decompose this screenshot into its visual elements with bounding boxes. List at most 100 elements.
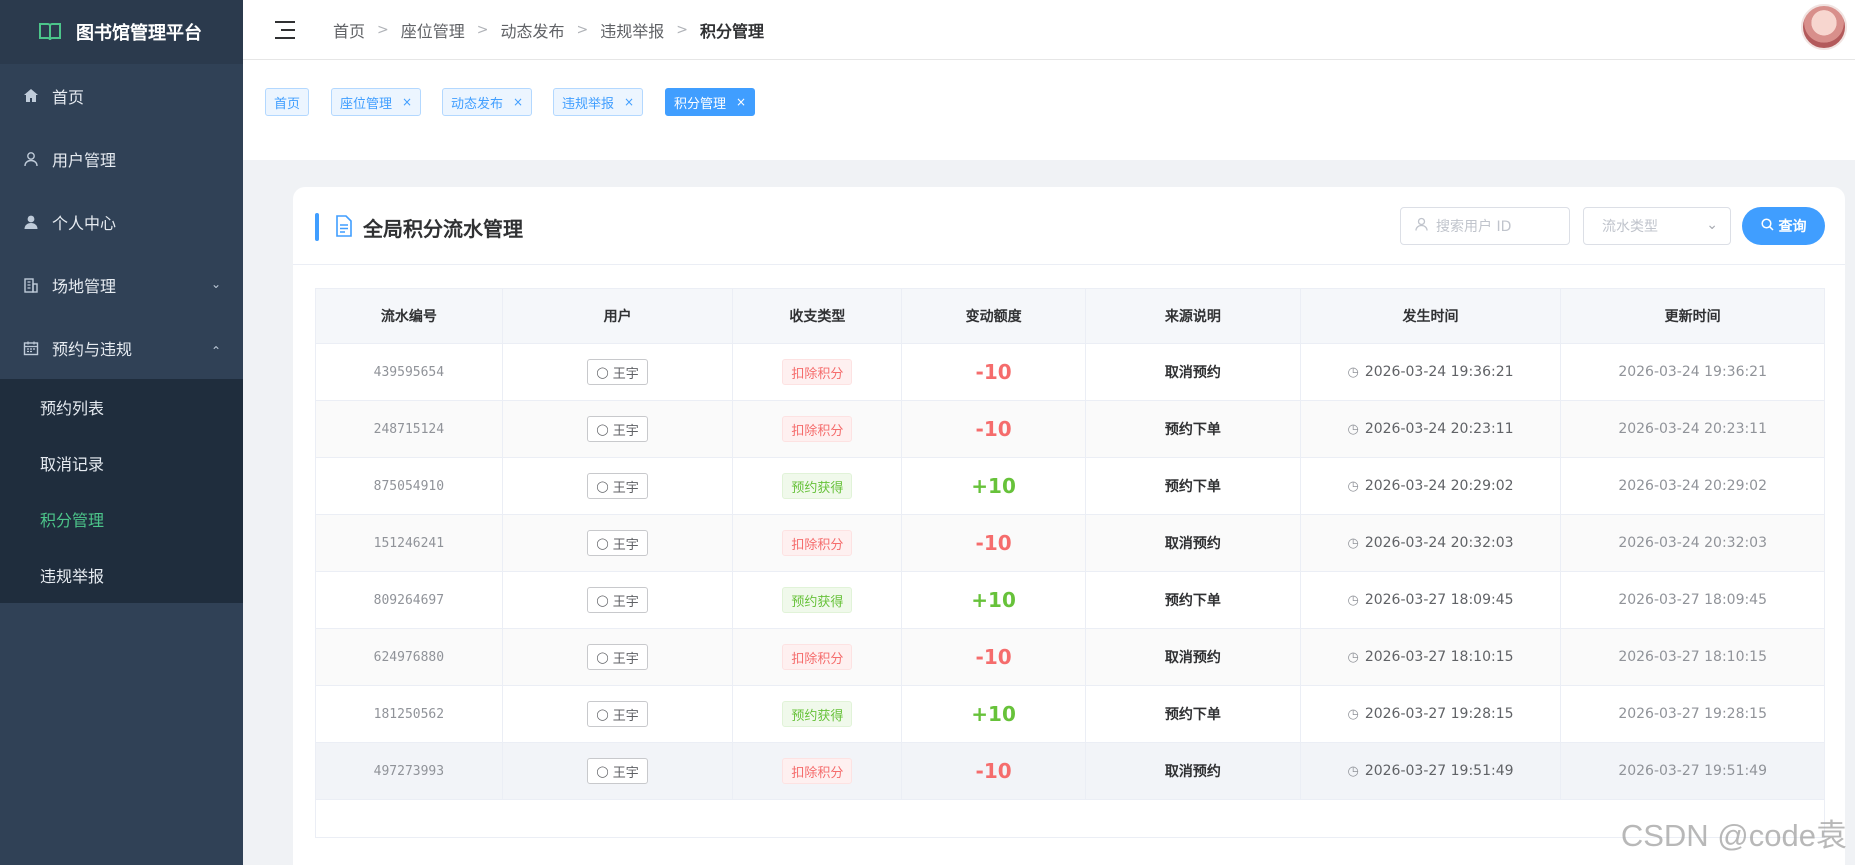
table-row[interactable]: 248715124 ◯ 王宇 扣除积分 -10 预约下单 ◷ 2026-03-24 20:23… — [316, 401, 1824, 458]
updated-time: 2026-03-24 19:36:21 — [1618, 364, 1768, 380]
cell-type: 扣除积分 — [733, 515, 903, 571]
sidebar-item-venue[interactable]: 场地管理 ⌄ — [0, 253, 243, 316]
table-row[interactable]: 875054910 ◯ 王宇 预约获得 +10 预约下单 ◷ 2026-03-24 20:29… — [316, 458, 1824, 515]
sidebar-item-users[interactable]: 用户管理 — [0, 127, 243, 190]
breadcrumb-item[interactable]: 动态发布 — [501, 18, 565, 42]
clock-icon: ◷ — [1347, 479, 1359, 494]
cell-amount: +10 — [902, 686, 1086, 742]
created-time: ◷ 2026-03-27 18:09:45 — [1347, 592, 1514, 608]
cell-type: 扣除积分 — [733, 344, 903, 400]
column-header[interactable]: 用户 — [503, 289, 734, 343]
breadcrumb-item[interactable]: 违规举报 — [600, 18, 664, 42]
type-badge: 预约获得 — [782, 701, 853, 727]
cell-created: ◷ 2026-03-24 20:23:11 — [1301, 401, 1562, 457]
cell-created: ◷ 2026-03-27 19:28:15 — [1301, 686, 1562, 742]
flow-id: 875054910 — [373, 478, 445, 494]
user-tag[interactable]: ◯ 王宇 — [587, 644, 648, 670]
user-tag[interactable]: ◯ 王宇 — [587, 359, 648, 385]
menu-toggle-icon[interactable] — [275, 20, 295, 39]
table-row[interactable]: 809264697 ◯ 王宇 预约获得 +10 预约下单 ◷ 2026-03-27 18:09… — [316, 572, 1824, 629]
sidebar-item-points[interactable]: 积分管理 — [0, 491, 243, 547]
top-header: 首页 > 座位管理 > 动态发布 > 违规举报 > 积分管理 — [243, 0, 1855, 60]
sidebar-item-label: 用户管理 — [52, 150, 117, 170]
close-icon[interactable]: × — [513, 95, 523, 109]
cell-id: 439595654 — [316, 344, 503, 400]
table-row[interactable]: 181250562 ◯ 王宇 预约获得 +10 预约下单 ◷ 2026-03-27 19:28… — [316, 686, 1824, 743]
cell-source: 取消预约 — [1086, 515, 1301, 571]
column-header[interactable]: 更新时间 — [1561, 289, 1824, 343]
cell-user: ◯ 王宇 — [503, 401, 734, 457]
type-select[interactable]: 流水类型 ⌄ — [1583, 207, 1731, 245]
user-icon: ◯ — [596, 764, 609, 778]
close-icon[interactable]: × — [402, 95, 412, 109]
sidebar-item-violation-reports[interactable]: 违规举报 — [0, 547, 243, 603]
avatar[interactable] — [1801, 4, 1847, 50]
close-icon[interactable]: × — [736, 95, 746, 109]
cell-user: ◯ 王宇 — [503, 686, 734, 742]
updated-time: 2026-03-24 20:23:11 — [1618, 421, 1768, 437]
user-tag[interactable]: ◯ 王宇 — [587, 587, 648, 613]
user-tag[interactable]: ◯ 王宇 — [587, 758, 648, 784]
sidebar-item-home[interactable]: 首页 — [0, 64, 243, 127]
sidebar-item-cancel-records[interactable]: 取消记录 — [0, 435, 243, 491]
close-icon[interactable]: × — [624, 95, 634, 109]
column-header[interactable]: 变动额度 — [902, 289, 1086, 343]
column-header[interactable]: 收支类型 — [733, 289, 903, 343]
cell-source: 预约下单 — [1086, 458, 1301, 514]
source-text: 预约下单 — [1164, 479, 1221, 495]
created-time: ◷ 2026-03-24 20:23:11 — [1347, 421, 1514, 437]
tags-view: 首页 座位管理 × 动态发布 × 违规举报 × 积分管理 × — [243, 60, 1855, 160]
clock-icon: ◷ — [1347, 764, 1359, 779]
created-time: ◷ 2026-03-24 20:32:03 — [1347, 535, 1514, 551]
breadcrumb-item[interactable]: 首页 — [333, 18, 365, 42]
cell-id: 875054910 — [316, 458, 503, 514]
cell-id: 809264697 — [316, 572, 503, 628]
table-row[interactable]: 151246241 ◯ 王宇 扣除积分 -10 取消预约 ◷ 2026-03-24 20:32… — [316, 515, 1824, 572]
building-icon — [22, 276, 40, 294]
user-tag[interactable]: ◯ 王宇 — [587, 701, 648, 727]
points-card: 全局积分流水管理 搜索用户 ID 流水类型 ⌄ 查询 流水编号 用户 收支类型 … — [293, 187, 1845, 865]
cell-type: 预约获得 — [733, 572, 903, 628]
search-input[interactable]: 搜索用户 ID — [1400, 207, 1570, 245]
sidebar-item-label: 预约与违规 — [52, 339, 133, 359]
tab-home[interactable]: 首页 — [265, 88, 310, 116]
user-tag[interactable]: ◯ 王宇 — [587, 473, 648, 499]
flow-id: 181250562 — [373, 706, 445, 722]
points-table: 流水编号 用户 收支类型 变动额度 来源说明 发生时间 更新时间 4395956… — [315, 288, 1825, 838]
table-body: 439595654 ◯ 王宇 扣除积分 -10 取消预约 ◷ 2026-03-24 19:36… — [316, 344, 1824, 800]
sidebar-item-reservations[interactable]: 预约与违规 ⌃ — [0, 316, 243, 379]
tab-points-management[interactable]: 积分管理 × — [665, 88, 756, 116]
cell-created: ◷ 2026-03-24 20:32:03 — [1301, 515, 1562, 571]
query-button[interactable]: 查询 — [1742, 207, 1825, 245]
user-icon: ◯ — [596, 593, 609, 607]
column-header[interactable]: 来源说明 — [1086, 289, 1301, 343]
source-text: 预约下单 — [1164, 422, 1221, 438]
breadcrumb-item[interactable]: 座位管理 — [401, 18, 465, 42]
cell-type: 预约获得 — [733, 686, 903, 742]
cell-updated: 2026-03-27 19:51:49 — [1561, 743, 1824, 799]
cell-user: ◯ 王宇 — [503, 629, 734, 685]
sidebar-submenu: 预约列表 取消记录 积分管理 违规举报 — [0, 379, 243, 603]
table-row[interactable]: 624976880 ◯ 王宇 扣除积分 -10 取消预约 ◷ 2026-03-27 18:10… — [316, 629, 1824, 686]
updated-time: 2026-03-27 19:28:15 — [1618, 706, 1768, 722]
column-header[interactable]: 发生时间 — [1301, 289, 1562, 343]
column-header[interactable]: 流水编号 — [316, 289, 503, 343]
tab-violation-report[interactable]: 违规举报 × — [553, 88, 644, 116]
user-tag[interactable]: ◯ 王宇 — [587, 416, 648, 442]
source-text: 预约下单 — [1164, 707, 1221, 723]
sidebar-item-profile[interactable]: 个人中心 — [0, 190, 243, 253]
cell-source: 预约下单 — [1086, 572, 1301, 628]
sidebar-item-reservation-list[interactable]: 预约列表 — [0, 379, 243, 435]
clock-icon: ◷ — [1347, 650, 1359, 665]
amount-value: +10 — [971, 588, 1016, 612]
tab-seat-management[interactable]: 座位管理 × — [331, 88, 422, 116]
table-row[interactable]: 497273993 ◯ 王宇 扣除积分 -10 取消预约 ◷ 2026-03-27 19:51… — [316, 743, 1824, 800]
cell-source: 取消预约 — [1086, 629, 1301, 685]
tab-news-publish[interactable]: 动态发布 × — [442, 88, 533, 116]
search-placeholder: 搜索用户 ID — [1436, 219, 1512, 235]
table-row[interactable]: 439595654 ◯ 王宇 扣除积分 -10 取消预约 ◷ 2026-03-24 19:36… — [316, 344, 1824, 401]
brand[interactable]: 图书馆管理平台 — [0, 0, 243, 64]
flow-id: 248715124 — [373, 421, 445, 437]
user-tag[interactable]: ◯ 王宇 — [587, 530, 648, 556]
type-badge: 预约获得 — [782, 587, 853, 613]
